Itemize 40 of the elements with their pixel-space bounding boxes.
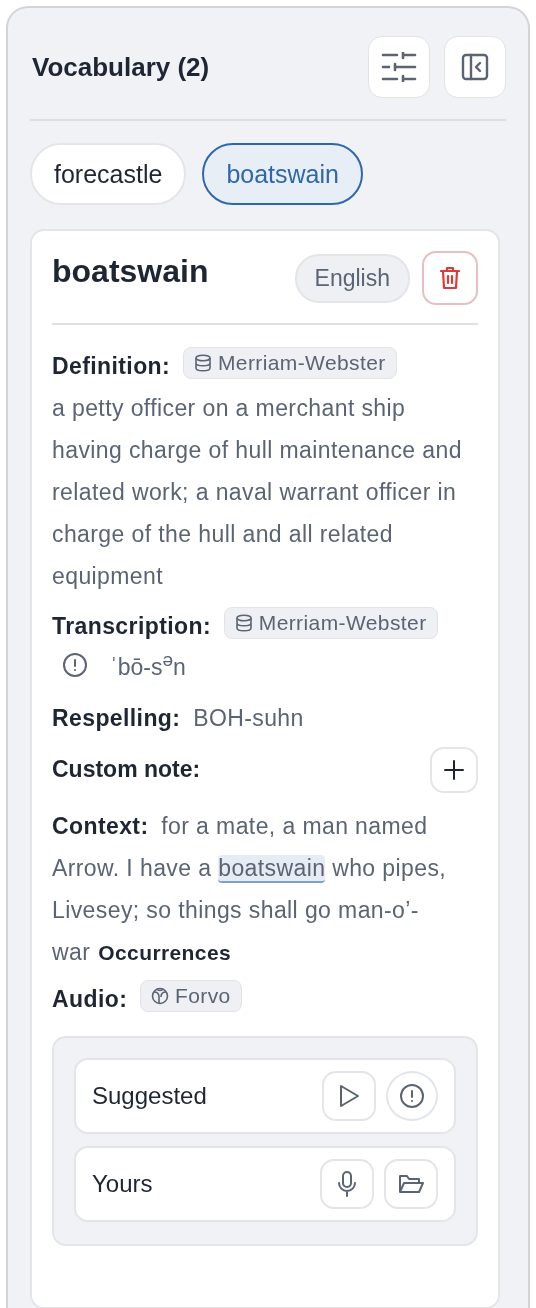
word-chip[interactable]: forecastle <box>30 143 187 205</box>
context-text: Context: for a mate, a man named Arrow. I have a boatswain who pipes, Livesey; so things shall go man-o’-war Occurrences <box>52 811 448 967</box>
filter-button[interactable] <box>368 36 430 98</box>
definition-label: Definition: <box>52 353 171 379</box>
play-button[interactable] <box>322 1070 376 1121</box>
delete-button[interactable] <box>422 251 478 305</box>
audio-row-label: Yours <box>92 1169 153 1198</box>
alert-icon <box>399 1082 425 1109</box>
panel-title: Vocabulary (2) <box>32 51 210 83</box>
word-title: boatswain <box>52 253 209 290</box>
custom-note-label: Custom note: <box>52 756 201 784</box>
definition-text: a petty officer on a merchant ship having charge of hull maintenance and related work; a naval warrant officer in charge of the hull and all related equipment <box>52 394 463 591</box>
transcription-label: Transcription: <box>52 613 211 639</box>
respelling-label: Respelling: <box>52 704 181 731</box>
report-button[interactable] <box>386 1070 438 1121</box>
occurrences-link[interactable]: Occurrences <box>98 940 232 964</box>
sliders-icon <box>381 52 417 82</box>
collapse-panel-button[interactable] <box>444 36 506 98</box>
word-chip[interactable]: boatswain <box>202 143 363 205</box>
plus-icon <box>444 759 464 780</box>
play-icon <box>338 1082 360 1109</box>
trash-icon <box>440 266 460 290</box>
language-tag: English <box>294 253 410 303</box>
open-file-button[interactable] <box>384 1158 438 1209</box>
add-note-button[interactable] <box>430 746 478 793</box>
source-tag: Merriam-Webster <box>182 347 397 379</box>
database-icon <box>234 614 253 632</box>
folder-icon <box>398 1172 424 1195</box>
audio-row-label: Suggested <box>92 1081 207 1110</box>
record-button[interactable] <box>320 1158 374 1209</box>
audio-label: Audio: <box>52 985 128 1012</box>
microphone-icon <box>337 1170 357 1197</box>
source-tag: Forvo <box>140 979 242 1012</box>
alert-icon[interactable] <box>62 651 88 678</box>
database-icon <box>193 354 212 372</box>
globe-icon <box>151 986 169 1005</box>
collapse-panel-icon <box>461 53 489 81</box>
transcription-text: ˈbō-s$^{ə}$n <box>110 649 186 681</box>
source-tag: Merriam-Webster <box>223 607 438 639</box>
respelling-text: BOH-suhn <box>193 704 304 731</box>
